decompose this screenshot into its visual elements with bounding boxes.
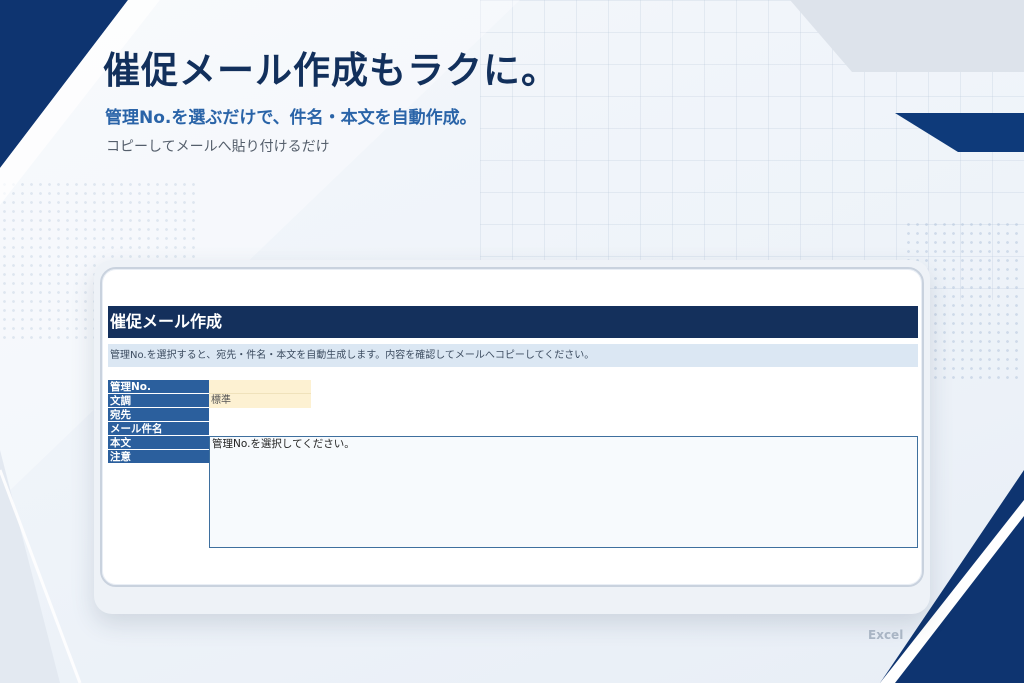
excel-watermark: Excel	[868, 628, 904, 642]
management-no-input[interactable]	[209, 380, 311, 394]
label-recipient: 宛先	[108, 408, 209, 422]
label-tone: 文調	[108, 394, 209, 408]
hero-headline: 催促メール作成もラクに。	[103, 49, 559, 92]
label-body: 本文	[108, 436, 209, 450]
deco-bottomleft	[0, 450, 60, 683]
hero-subhead: 管理No.を選ぶだけで、件名・本文を自動作成。	[105, 108, 477, 128]
label-management-no: 管理No.	[108, 380, 209, 394]
excel-sheet-window: 催促メール作成 管理No.を選択すると、宛先・件名・本文を自動生成します。内容を…	[100, 267, 924, 587]
deco-right-bar	[895, 113, 1024, 152]
label-mail-subject: メール件名	[108, 422, 209, 436]
hero-caption: コピーしてメールへ貼り付けるだけ	[106, 139, 330, 155]
label-notes: 注意	[108, 450, 209, 464]
mail-body-field[interactable]: 管理No.を選択してください。	[209, 436, 918, 548]
tone-select[interactable]: 標準	[209, 394, 311, 408]
sheet-title: 催促メール作成	[108, 306, 918, 338]
deco-topright-grey	[790, 0, 1024, 72]
sheet-description: 管理No.を選択すると、宛先・件名・本文を自動生成します。内容を確認してメールへ…	[108, 344, 918, 367]
